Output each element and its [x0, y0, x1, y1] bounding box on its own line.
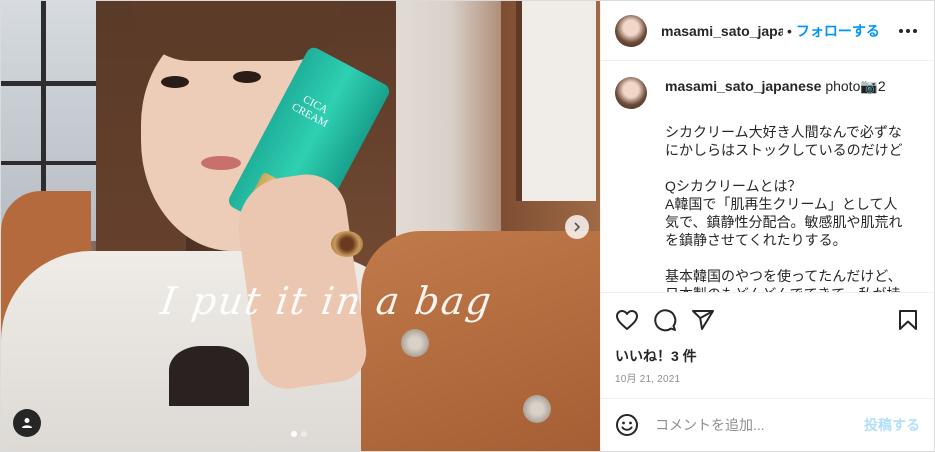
caption-row: masami_sato_japanese photo📷2: [615, 77, 920, 109]
caption-heading: masami_sato_japanese photo📷2: [665, 77, 886, 95]
bookmark-icon[interactable]: [896, 308, 920, 332]
chevron-right-icon: [574, 222, 581, 232]
caption-prefix: photo: [825, 78, 861, 94]
carousel-dot: [301, 431, 307, 437]
add-comment-bar: 投稿する: [601, 398, 934, 451]
heart-icon[interactable]: [615, 308, 639, 332]
photo-lips: [201, 156, 241, 170]
header-separator: •: [787, 22, 792, 39]
photo-wall: [501, 1, 600, 251]
comments-section[interactable]: masami_sato_japanese photo📷2 シカクリーム大好き人間…: [601, 61, 934, 292]
carousel-dot: [291, 431, 297, 437]
photo-overlay-text: I put it in a bag: [157, 279, 496, 323]
emoji-icon[interactable]: [615, 413, 639, 437]
photo-coat-button: [401, 329, 429, 357]
photo-lace: [169, 346, 249, 406]
caption-text: シカクリーム大好き人間なんで必ずな にかしらはストックしているのだけど Qシカク…: [665, 124, 903, 292]
post-media[interactable]: CICA CREAM I put it in a bag: [1, 1, 600, 451]
photo-ring: [331, 231, 363, 257]
photo-eye-left: [161, 76, 189, 88]
photo-eye-right: [233, 71, 261, 83]
more-dot-icon: [913, 28, 917, 33]
more-dot-icon: [899, 28, 903, 33]
post-header: masami_sato_japanese • フォローする: [601, 1, 934, 61]
post-date[interactable]: 10月 21, 2021: [601, 368, 934, 398]
comment-input[interactable]: [655, 417, 864, 433]
header-username[interactable]: masami_sato_japanese: [661, 23, 783, 39]
share-icon[interactable]: [691, 308, 715, 332]
camera-icon: 📷: [860, 78, 878, 94]
caption-count: 2: [877, 78, 886, 94]
more-options-button[interactable]: [896, 28, 920, 33]
comment-icon[interactable]: [653, 308, 677, 332]
post-sidebar: masami_sato_japanese • フォローする masami_sat…: [600, 1, 934, 451]
user-icon: [22, 418, 32, 428]
likes-count[interactable]: いいね！3 件: [601, 346, 934, 368]
tagged-users-button[interactable]: [13, 409, 41, 437]
avatar[interactable]: [615, 77, 647, 109]
follow-button[interactable]: フォローする: [796, 21, 880, 41]
post-comment-button[interactable]: 投稿する: [864, 415, 920, 435]
avatar[interactable]: [615, 14, 647, 47]
photo-coat-right: [361, 231, 600, 451]
carousel-dots: [291, 431, 307, 437]
caption-username[interactable]: masami_sato_japanese: [665, 78, 821, 94]
instagram-post: CICA CREAM I put it in a bag masami_sato…: [0, 0, 935, 452]
action-bar: [601, 292, 934, 346]
more-dot-icon: [906, 28, 910, 33]
next-slide-button[interactable]: [565, 215, 589, 239]
photo-coat-button: [523, 395, 551, 423]
